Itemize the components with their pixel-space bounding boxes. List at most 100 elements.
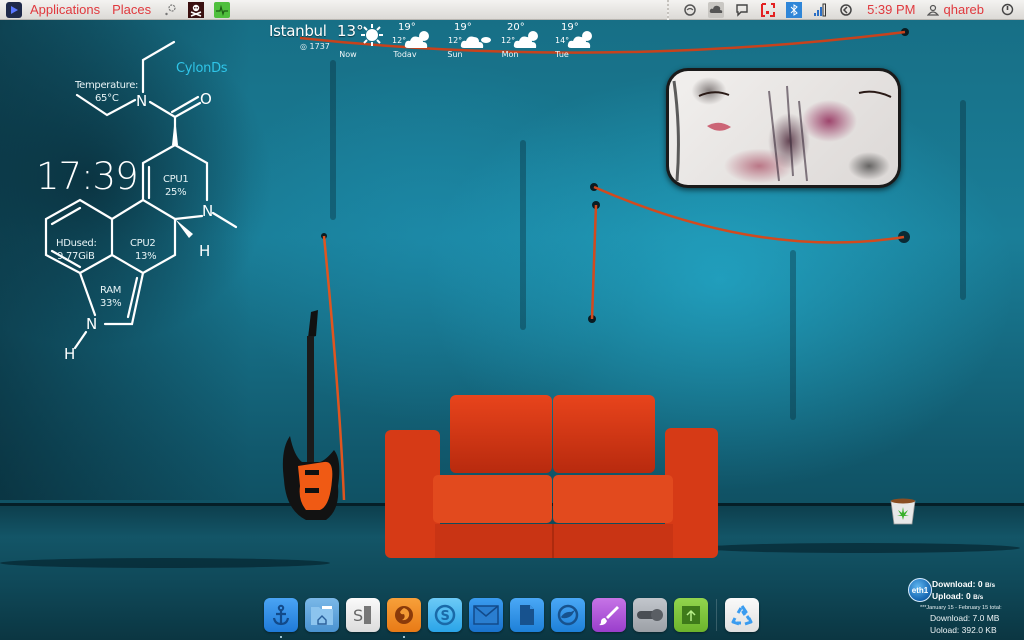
system-monitor-icon[interactable] [209, 0, 235, 20]
trash-can-icon[interactable] [888, 497, 918, 525]
download-value: 0 [977, 579, 983, 589]
total-download: Download: 7.0 MB [930, 613, 1000, 623]
oxygen-atom: O [200, 90, 212, 108]
upload-unit: B/s [973, 594, 984, 601]
temperature-label: Temperature: [75, 80, 139, 91]
user-menu[interactable]: qhareb [940, 2, 994, 17]
wall-art-frame [666, 68, 901, 188]
nitrogen-atom: N [86, 315, 98, 333]
ram-label: RAM [100, 285, 122, 296]
skull-crossbones-icon[interactable] [183, 0, 209, 20]
cpu1-label: CPU1 [163, 174, 189, 185]
dock-browser[interactable] [551, 598, 585, 632]
running-indicator [280, 636, 282, 638]
upload-icon [682, 606, 700, 624]
dock: S S [264, 597, 766, 638]
dock-home-folder[interactable] [305, 598, 339, 632]
skype-icon: S [434, 604, 456, 626]
chat-icon[interactable] [729, 0, 755, 20]
settings-dots-icon[interactable] [157, 0, 183, 20]
bond [211, 211, 238, 229]
toggle-icon [637, 609, 663, 621]
applications-menu[interactable]: Applications [24, 0, 106, 20]
hd-used-label: HDused: [56, 238, 97, 249]
panel-separator [667, 0, 670, 20]
nitrogen-atom: N [136, 92, 148, 110]
places-menu[interactable]: Places [106, 0, 157, 20]
weather-current-temp: 13° [337, 22, 364, 40]
dock-separator [716, 599, 717, 631]
network-monitor-widget: eth1 Download: 0 B/s Upload: 0 B/s ***Ja… [906, 576, 1024, 640]
weather-city: Istanbul [269, 22, 327, 40]
cloud-icon[interactable] [703, 0, 729, 20]
browser-icon [557, 604, 579, 626]
dock-firefox[interactable] [387, 598, 421, 638]
partly-cloudy-icon [404, 31, 429, 48]
guitar [282, 310, 340, 520]
partly-cloudy-icon [513, 31, 538, 48]
svg-text:S: S [441, 609, 450, 624]
weather-widget: Istanbul 13° ◎ 1737 Now 19° 12° Todav 19… [268, 20, 608, 62]
ram-value: 33% [100, 298, 122, 309]
cloudy-icon [460, 36, 491, 48]
forecast-day: Todav [393, 50, 417, 59]
station-icon: ◎ [300, 42, 310, 51]
guitar-pickup [305, 488, 319, 493]
dock-document[interactable] [510, 598, 544, 632]
red-sofa [385, 395, 718, 558]
network-interface-badge: eth1 [908, 578, 932, 602]
cpu2-label: CPU2 [130, 238, 156, 249]
dock-paint[interactable] [592, 598, 626, 632]
bond [73, 330, 88, 350]
dock-toggle-settings[interactable] [633, 598, 667, 632]
sofa-arm-left [385, 430, 440, 558]
top-panel: Applications Places 5:39 PM qhareb [0, 0, 1024, 20]
guitar-pickup [305, 470, 319, 475]
wire [593, 185, 905, 244]
dock-uploader[interactable] [674, 598, 708, 632]
station-id: 1737 [309, 42, 330, 51]
sketch-eye [698, 91, 730, 97]
user-icon [926, 0, 940, 20]
cpu2-value: 13% [135, 251, 157, 262]
sofa-cushion-left [433, 475, 552, 523]
svg-text:S: S [353, 606, 363, 625]
wall-art-painting [669, 71, 898, 185]
sofa-base [435, 524, 673, 558]
download-rate: Download: 0 B/s [932, 579, 995, 589]
panel-clock[interactable]: 5:39 PM [859, 2, 925, 17]
dock-mail[interactable] [469, 598, 503, 632]
upload-value: 0 [966, 591, 971, 601]
home-folder-icon [311, 606, 333, 625]
launcher-icon[interactable] [6, 1, 22, 18]
network-signal-icon[interactable] [807, 0, 833, 20]
sync-icon[interactable] [677, 0, 703, 20]
guitar-headstock [308, 310, 318, 338]
guitar-neck [307, 336, 314, 466]
wedge-bond [175, 219, 193, 238]
hydrogen-atom: H [64, 345, 76, 363]
sofa-back-right [553, 395, 655, 473]
conky-clock: 17:39 [36, 155, 139, 198]
dock-trash[interactable] [725, 598, 759, 632]
dock-anchor[interactable] [264, 598, 298, 638]
bluetooth-icon[interactable] [781, 0, 807, 20]
weather-station: ◎ 1737 [300, 42, 330, 51]
hd-used-value: 9.77GiB [57, 251, 95, 262]
nitrogen-atom: N [202, 202, 214, 220]
sketch-lips [707, 122, 731, 131]
power-icon[interactable] [994, 0, 1020, 20]
wire [590, 204, 598, 320]
update-icon[interactable] [833, 0, 859, 20]
sketch-eye [858, 90, 892, 98]
sketch-hair [672, 80, 680, 182]
painting-sketch [672, 80, 892, 182]
hydrogen-atom: H [199, 242, 211, 260]
download-unit: B/s [984, 582, 996, 589]
bond [141, 40, 176, 94]
screenshot-icon[interactable] [755, 0, 781, 20]
paintbrush-icon [599, 606, 619, 626]
dock-skype[interactable]: S [428, 598, 462, 632]
dock-text-editor[interactable]: S [346, 598, 380, 632]
wedge-bond [172, 117, 178, 145]
